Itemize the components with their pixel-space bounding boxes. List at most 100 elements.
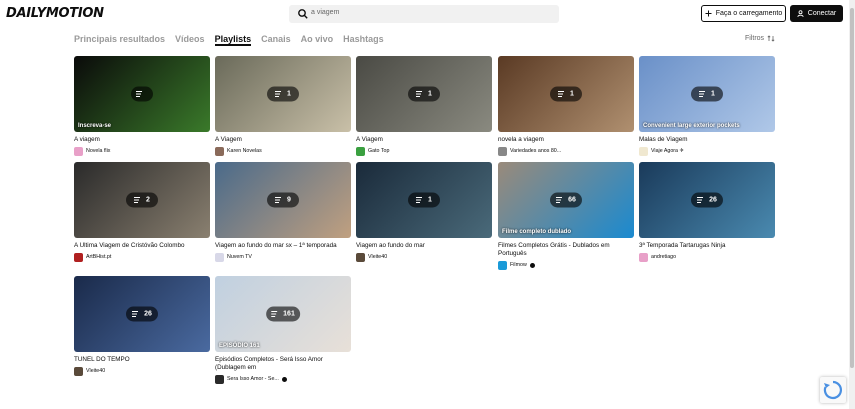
channel-avatar[interactable] [74,146,83,156]
channel-row[interactable]: Novela flix [74,146,210,156]
playlist-count-badge [131,86,153,102]
top-bar: DAILYMOTION a viagem Faça o carregamento… [0,0,855,30]
tab-principais-resultados[interactable]: Principais resultados [74,34,165,46]
playlist-title[interactable]: Malas de Viagem [639,136,775,144]
channel-name[interactable]: Variedades anos 80... [510,148,561,154]
tab-v-deos[interactable]: Vídeos [175,34,205,46]
upload-button[interactable]: Faça o carregamento [701,5,786,22]
playlist-icon [416,91,423,97]
channel-name[interactable]: Viaje Agora ✈ [651,148,684,154]
channel-avatar[interactable] [639,146,648,156]
channel-row[interactable]: andretiago [639,252,775,262]
channel-name[interactable]: Karen Novelas [227,148,262,154]
playlist-card[interactable]: 9 Viagem ao fundo do mar sx – 1ª temporad… [215,162,351,262]
channel-avatar[interactable] [639,252,648,262]
playlist-thumbnail[interactable]: 1 [498,56,634,132]
search-input[interactable]: a viagem [311,9,339,16]
playlist-title[interactable]: A viagem [74,136,210,144]
playlist-title[interactable]: Episódios Completos - Será Isso Amor (Du… [215,356,351,372]
channel-row[interactable]: Vleite40 [356,252,492,262]
playlist-card[interactable]: EPISÓDIO 161 161 Episódios Completos - Ser… [215,276,351,384]
playlist-title[interactable]: Viagem ao fundo do mar sx – 1ª temporada [215,242,351,250]
channel-avatar[interactable] [215,146,224,156]
channel-row[interactable]: Nuvem TV [215,252,351,262]
playlist-thumbnail[interactable]: 2 [74,162,210,238]
playlist-thumbnail[interactable]: 9 [215,162,351,238]
playlist-card[interactable]: Convenient large exterior pockets 1 Malas … [639,56,775,156]
channel-row[interactable]: Gato Top [356,146,492,156]
playlist-card[interactable]: 26 3ª Temporada Tartarugas Ninja andretiag… [639,162,775,262]
playlist-thumbnail[interactable]: Inscreva-se [74,56,210,132]
playlist-title[interactable]: A Viagem [215,136,351,144]
playlist-title[interactable]: A Viagem [356,136,492,144]
playlist-card[interactable]: 1 novela a viagem Variedades anos 80... [498,56,634,156]
tab-hashtags[interactable]: Hashtags [343,34,384,46]
playlist-title[interactable]: Filmes Completos Grátis - Dublados em Po… [498,242,634,258]
scrollbar-thumb[interactable] [850,8,854,368]
playlist-title[interactable]: Viagem ao fundo do mar [356,242,492,250]
filters-button[interactable]: Filtros [745,35,775,42]
channel-row[interactable]: Viaje Agora ✈ [639,146,775,156]
playlist-thumbnail[interactable]: EPISÓDIO 161 161 [215,276,351,352]
playlist-thumbnail[interactable]: 26 [74,276,210,352]
playlist-thumbnail[interactable]: 1 [215,56,351,132]
channel-avatar[interactable] [356,146,365,156]
playlist-title[interactable]: TUNEL DO TEMPO [74,356,210,364]
playlist-thumbnail[interactable]: Convenient large exterior pockets 1 [639,56,775,132]
channel-avatar[interactable] [356,252,365,262]
channel-name[interactable]: Sera Isso Amor - Se... [227,376,279,382]
channel-name[interactable]: Novela flix [86,148,110,154]
playlist-count-badge: 26 [126,306,158,322]
channel-row[interactable]: Variedades anos 80... [498,146,634,156]
tab-playlists[interactable]: Playlists [214,34,252,46]
playlist-title[interactable]: novela a viagem [498,136,634,144]
playlist-title[interactable]: A Última Viagem de Cristóvão Colombo [74,242,210,250]
channel-row[interactable]: Vleite40 [74,366,210,376]
channel-avatar[interactable] [215,374,224,384]
channel-row[interactable]: Sera Isso Amor - Se... [215,374,351,384]
playlist-card[interactable]: 26 TUNEL DO TEMPO Vleite40 [74,276,210,376]
channel-name[interactable]: Vleite40 [368,254,387,260]
playlist-thumbnail[interactable]: 26 [639,162,775,238]
channel-avatar[interactable] [498,260,507,270]
playlist-thumbnail[interactable]: 1 [356,56,492,132]
playlist-thumbnail[interactable]: 1 [356,162,492,238]
playlist-card[interactable]: Inscreva-se A viagem Novela flix [74,56,210,156]
channel-name[interactable]: Filmow [510,262,527,268]
playlist-count-badge: 1 [408,192,440,208]
channel-avatar[interactable] [215,252,224,262]
playlist-title[interactable]: 3ª Temporada Tartarugas Ninja [639,242,775,250]
channel-name[interactable]: andretiago [651,254,676,260]
channel-name[interactable]: ArtBHist.pt [86,254,111,260]
channel-name[interactable]: Nuvem TV [227,254,252,260]
channel-row[interactable]: Filmow [498,260,634,270]
user-icon [797,10,804,17]
playlist-icon [275,91,282,97]
recaptcha-badge[interactable] [820,377,846,403]
scrollbar[interactable] [849,0,855,409]
playlist-card[interactable]: 2 A Última Viagem de Cristóvão Colombo Art… [74,162,210,262]
channel-row[interactable]: ArtBHist.pt [74,252,210,262]
login-button[interactable]: Conectar [790,5,843,22]
logo[interactable]: DAILYMOTION [6,6,104,21]
playlist-thumbnail[interactable]: Filme completo dublado 66 [498,162,634,238]
playlist-card[interactable]: 1 A Viagem Gato Top [356,56,492,156]
login-label: Conectar [807,10,837,17]
channel-name[interactable]: Vleite40 [86,368,105,374]
channel-avatar[interactable] [74,366,83,376]
channel-name[interactable]: Gato Top [368,148,389,154]
search-bar[interactable]: a viagem [289,5,559,23]
channel-avatar[interactable] [498,146,507,156]
channel-avatar[interactable] [74,252,83,262]
playlist-card[interactable]: 1 A Viagem Karen Novelas [215,56,351,156]
video-count: 26 [709,196,717,204]
verified-icon [281,376,287,382]
playlist-icon [275,197,282,203]
tab-ao-vivo[interactable]: Ao vivo [301,34,334,46]
playlist-card[interactable]: Filme completo dublado 66 Filmes Completos… [498,162,634,270]
tab-canais[interactable]: Canais [261,34,291,46]
video-count: 26 [144,310,152,318]
channel-row[interactable]: Karen Novelas [215,146,351,156]
playlist-card[interactable]: 1 Viagem ao fundo do mar Vleite40 [356,162,492,262]
verified-icon [529,262,535,268]
